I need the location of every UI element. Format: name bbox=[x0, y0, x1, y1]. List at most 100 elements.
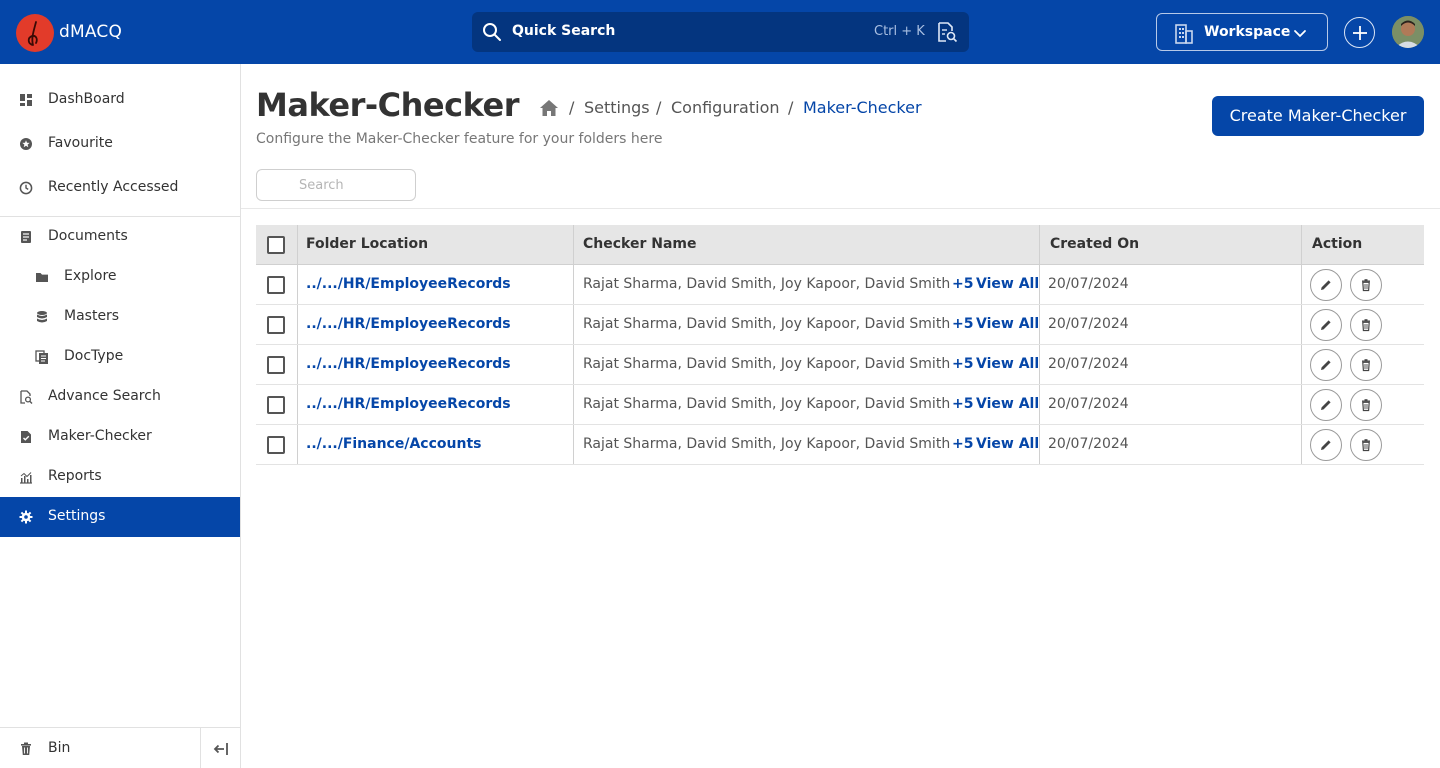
breadcrumb-configuration[interactable]: Configuration bbox=[671, 98, 780, 117]
page-subtitle: Configure the Maker-Checker feature for … bbox=[256, 131, 663, 147]
checker-names: Rajat Sharma, David Smith, Joy Kapoor, D… bbox=[583, 316, 951, 332]
maker-checker-icon bbox=[21, 431, 31, 443]
sidebar-item-label: Masters bbox=[64, 308, 120, 324]
document-search-icon[interactable] bbox=[936, 21, 958, 43]
trash-icon bbox=[1362, 279, 1370, 292]
column-header-checker-name[interactable]: Checker Name bbox=[583, 236, 697, 252]
edit-button[interactable] bbox=[1310, 429, 1342, 461]
brand-name: dMACQ bbox=[59, 22, 123, 42]
view-all-link[interactable]: View All bbox=[976, 276, 1039, 292]
quick-search-shortcut: Ctrl + K bbox=[874, 24, 925, 39]
table-row: ../.../HR/EmployeeRecords Rajat Sharma, … bbox=[256, 265, 1424, 305]
row-checkbox[interactable] bbox=[267, 436, 285, 454]
created-on-date: 20/07/2024 bbox=[1048, 396, 1129, 412]
column-divider bbox=[1301, 225, 1302, 265]
edit-button[interactable] bbox=[1310, 309, 1342, 341]
column-divider bbox=[297, 225, 298, 265]
sidebar-item-reports[interactable]: Reports bbox=[0, 457, 240, 497]
select-all-checkbox[interactable] bbox=[267, 236, 285, 254]
add-button[interactable] bbox=[1344, 17, 1375, 48]
table-header: Folder Location Checker Name Created On … bbox=[256, 225, 1424, 265]
view-all-link[interactable]: View All bbox=[976, 436, 1039, 452]
folder-location-link[interactable]: ../.../HR/EmployeeRecords bbox=[306, 396, 511, 412]
sidebar-item-advance-search[interactable]: Advance Search bbox=[0, 377, 240, 417]
trash-icon bbox=[1362, 319, 1370, 332]
more-checkers-count: +5 bbox=[952, 276, 974, 292]
more-checkers-count: +5 bbox=[952, 356, 974, 372]
edit-button[interactable] bbox=[1310, 269, 1342, 301]
folder-icon bbox=[36, 273, 48, 282]
breadcrumb-settings[interactable]: Settings bbox=[584, 98, 650, 117]
building-icon bbox=[1175, 24, 1193, 44]
view-all-link[interactable]: View All bbox=[976, 396, 1039, 412]
table-row: ../.../Finance/Accounts Rajat Sharma, Da… bbox=[256, 425, 1424, 465]
column-divider bbox=[1039, 225, 1040, 265]
user-avatar[interactable] bbox=[1392, 16, 1424, 48]
delete-button[interactable] bbox=[1350, 389, 1382, 421]
more-checkers-count: +5 bbox=[952, 436, 974, 452]
database-icon bbox=[37, 311, 47, 323]
trash-icon bbox=[1362, 439, 1370, 452]
more-checkers-count: +5 bbox=[952, 396, 974, 412]
checker-names: Rajat Sharma, David Smith, Joy Kapoor, D… bbox=[583, 356, 951, 372]
dmacq-logo[interactable] bbox=[16, 14, 54, 52]
sidebar-item-label: DocType bbox=[64, 348, 124, 364]
home-icon[interactable] bbox=[539, 99, 559, 117]
table-row: ../.../HR/EmployeeRecords Rajat Sharma, … bbox=[256, 305, 1424, 345]
folder-location-link[interactable]: ../.../HR/EmployeeRecords bbox=[306, 316, 511, 332]
trash-icon bbox=[21, 742, 31, 755]
checker-names: Rajat Sharma, David Smith, Joy Kapoor, D… bbox=[583, 396, 951, 412]
reports-icon bbox=[20, 472, 32, 484]
sidebar-item-label: Recently Accessed bbox=[48, 179, 179, 195]
folder-location-link[interactable]: ../.../HR/EmployeeRecords bbox=[306, 356, 511, 372]
workspace-label: Workspace bbox=[1204, 24, 1291, 40]
workspace-dropdown[interactable]: Workspace bbox=[1156, 13, 1328, 51]
column-header-folder-location[interactable]: Folder Location bbox=[306, 236, 428, 252]
settings-icon bbox=[19, 510, 33, 524]
search-icon bbox=[483, 23, 501, 41]
sidebar-item-favourite[interactable]: Favourite bbox=[0, 124, 240, 164]
view-all-link[interactable]: View All bbox=[976, 356, 1039, 372]
pencil-icon bbox=[1321, 280, 1331, 290]
clock-icon bbox=[19, 181, 33, 195]
sidebar-item-doctype[interactable]: DocType bbox=[0, 337, 240, 377]
breadcrumb-separator: / bbox=[569, 98, 575, 117]
row-checkbox[interactable] bbox=[267, 356, 285, 374]
search-input[interactable] bbox=[256, 169, 416, 201]
created-on-date: 20/07/2024 bbox=[1048, 316, 1129, 332]
delete-button[interactable] bbox=[1350, 349, 1382, 381]
sidebar-item-bin[interactable]: Bin bbox=[48, 740, 70, 756]
page-title: Maker-Checker bbox=[256, 86, 519, 124]
collapse-sidebar-icon[interactable] bbox=[213, 742, 229, 756]
sidebar-item-label: Maker-Checker bbox=[48, 428, 152, 444]
delete-button[interactable] bbox=[1350, 269, 1382, 301]
created-on-date: 20/07/2024 bbox=[1048, 436, 1129, 452]
sidebar-item-recently-accessed[interactable]: Recently Accessed bbox=[0, 168, 240, 208]
sidebar-item-explore[interactable]: Explore bbox=[0, 257, 240, 297]
edit-button[interactable] bbox=[1310, 349, 1342, 381]
row-checkbox[interactable] bbox=[267, 396, 285, 414]
sidebar-item-label: Documents bbox=[48, 228, 128, 244]
trash-icon bbox=[1362, 359, 1370, 372]
folder-location-link[interactable]: ../.../HR/EmployeeRecords bbox=[306, 276, 511, 292]
edit-button[interactable] bbox=[1310, 389, 1342, 421]
delete-button[interactable] bbox=[1350, 429, 1382, 461]
created-on-date: 20/07/2024 bbox=[1048, 276, 1129, 292]
view-all-link[interactable]: View All bbox=[976, 316, 1039, 332]
delete-button[interactable] bbox=[1350, 309, 1382, 341]
sidebar-item-label: Reports bbox=[48, 468, 102, 484]
sidebar-item-settings[interactable]: Settings bbox=[0, 497, 240, 537]
column-header-created-on[interactable]: Created On bbox=[1050, 236, 1139, 252]
quick-search[interactable]: Quick Search Ctrl + K bbox=[472, 12, 969, 52]
sidebar-item-label: Advance Search bbox=[48, 388, 161, 404]
row-checkbox[interactable] bbox=[267, 316, 285, 334]
folder-location-link[interactable]: ../.../Finance/Accounts bbox=[306, 436, 481, 452]
sidebar-item-maker-checker[interactable]: Maker-Checker bbox=[0, 417, 240, 457]
dashboard-icon bbox=[20, 94, 32, 106]
sidebar-item-masters[interactable]: Masters bbox=[0, 297, 240, 337]
create-maker-checker-button[interactable]: Create Maker-Checker bbox=[1212, 96, 1424, 136]
sidebar-item-label: Favourite bbox=[48, 135, 113, 151]
sidebar-item-dashboard[interactable]: DashBoard bbox=[0, 80, 240, 120]
sidebar-item-documents[interactable]: Documents bbox=[0, 217, 240, 257]
row-checkbox[interactable] bbox=[267, 276, 285, 294]
